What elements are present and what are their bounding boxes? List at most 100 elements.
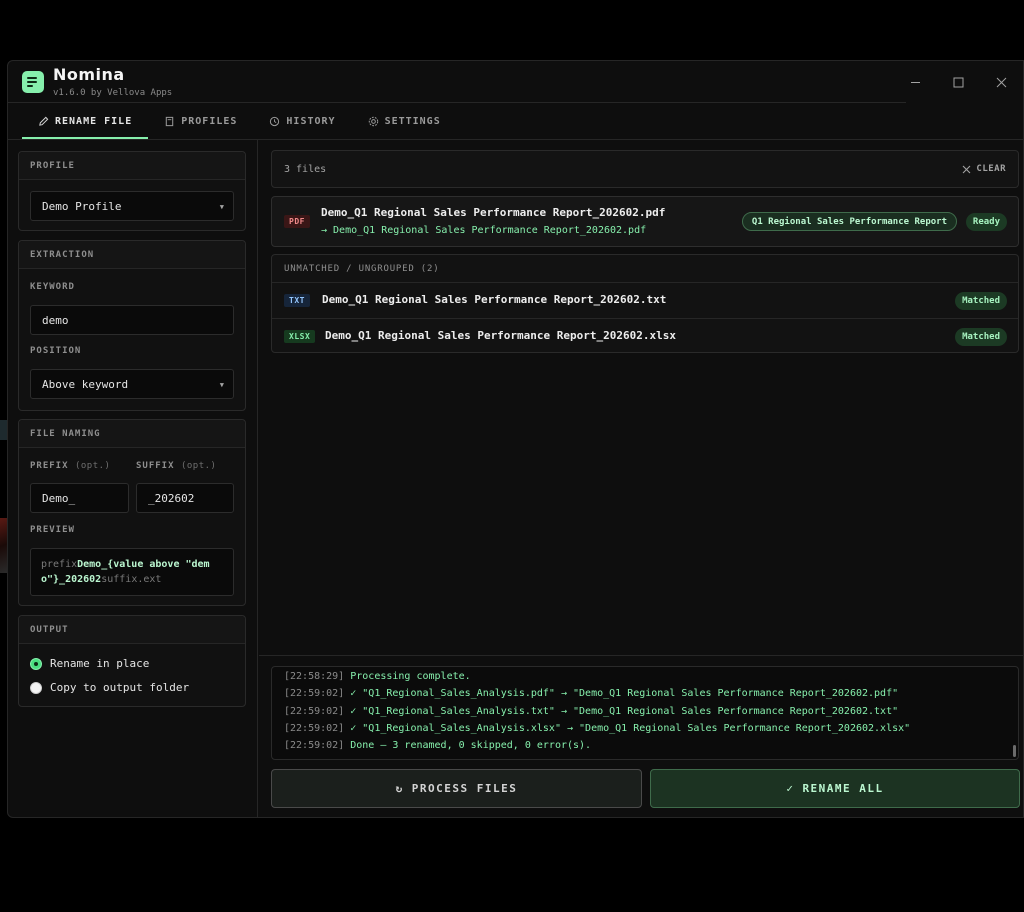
- log-timestamp: [22:59:02]: [284, 705, 345, 717]
- tab-rename-file[interactable]: RENAME FILE: [22, 103, 149, 139]
- close-button[interactable]: [980, 69, 1023, 95]
- output-option-label: Rename in place: [50, 657, 150, 670]
- file-row-primary[interactable]: PDF Demo_Q1 Regional Sales Performance R…: [271, 196, 1019, 247]
- suffix-label: SUFFIX (opt.): [136, 461, 216, 471]
- file-type-badge: PDF: [284, 215, 310, 228]
- suffix-optional-hint: (opt.): [180, 461, 217, 471]
- suffix-input[interactable]: _202602: [136, 483, 234, 513]
- filename-preview: prefixDemo_{value above "demo"}_202602su…: [30, 548, 234, 596]
- log-message: ✓ "Q1_Regional_Sales_Analysis.pdf" → "De…: [350, 688, 899, 700]
- log-message: Done — 3 renamed, 0 skipped, 0 error(s).: [350, 740, 592, 752]
- profile-select[interactable]: Demo Profile ▼: [30, 191, 234, 221]
- status-badge: Matched: [955, 292, 1007, 310]
- file-row[interactable]: TXT Demo_Q1 Regional Sales Performance R…: [272, 283, 1018, 318]
- suffix-label-text: SUFFIX: [136, 461, 175, 471]
- clear-button[interactable]: CLEAR: [962, 164, 1006, 174]
- document-icon: [166, 116, 174, 126]
- rename-all-button[interactable]: ✓ RENAME ALL: [650, 769, 1020, 808]
- group-pill: Q1 Regional Sales Performance Report: [741, 212, 957, 231]
- maximize-button[interactable]: [937, 69, 980, 95]
- app-title: Nomina: [53, 65, 125, 84]
- output-option-copy-to-folder[interactable]: Copy to output folder: [30, 681, 189, 694]
- prefix-label: PREFIX (opt.): [30, 461, 110, 471]
- ungrouped-files-group: UNMATCHED / UNGROUPED (2) TXT Demo_Q1 Re…: [271, 254, 1019, 353]
- app-version: v1.6.0 by Vellova Apps: [53, 88, 173, 98]
- history-icon: [270, 116, 280, 126]
- profile-card: PROFILE Demo Profile ▼: [18, 151, 246, 231]
- file-name: Demo_Q1 Regional Sales Performance Repor…: [322, 293, 667, 306]
- log-timestamp: [22:59:02]: [284, 740, 345, 752]
- status-badge: Matched: [955, 328, 1007, 346]
- log-line: [22:58:29] Processing complete.: [284, 668, 1006, 685]
- file-row[interactable]: XLSX Demo_Q1 Regional Sales Performance …: [272, 318, 1018, 353]
- keyword-value: demo: [42, 313, 69, 327]
- profile-select-value: Demo Profile: [42, 199, 122, 213]
- output-card: OUTPUT Rename in place Copy to output fo…: [18, 615, 246, 707]
- output-option-label: Copy to output folder: [50, 681, 190, 694]
- preview-suffix-tag: suffix: [101, 574, 138, 585]
- position-select[interactable]: Above keyword ▼: [30, 369, 234, 399]
- file-type-badge: XLSX: [284, 330, 316, 343]
- prefix-label-text: PREFIX: [30, 461, 69, 471]
- file-count: 3 files: [284, 163, 327, 175]
- main-tabs: RENAME FILE PROFILES HISTORY SETTINGS: [22, 103, 457, 139]
- tab-label: PROFILES: [181, 115, 238, 127]
- preview-label: PREVIEW: [30, 525, 75, 535]
- log-divider: [259, 655, 1023, 656]
- rename-all-label: RENAME ALL: [802, 782, 884, 795]
- background-desktop-strip: [0, 420, 7, 440]
- gear-icon: [368, 116, 378, 126]
- prefix-optional-hint: (opt.): [74, 461, 111, 471]
- tab-history[interactable]: HISTORY: [253, 103, 351, 139]
- minimize-icon: [911, 81, 920, 83]
- log-line: [22:59:02] ✓ "Q1_Regional_Sales_Analysis…: [284, 720, 1006, 737]
- file-type-badge: TXT: [284, 294, 310, 307]
- tab-settings[interactable]: SETTINGS: [352, 103, 457, 139]
- chevron-down-icon: ▼: [219, 381, 224, 389]
- log-timestamp: [22:58:29]: [284, 671, 345, 682]
- log-scrollbar[interactable]: [1013, 745, 1016, 757]
- keyword-input[interactable]: demo: [30, 305, 234, 335]
- log-message: ✓ "Q1_Regional_Sales_Analysis.txt" → "De…: [350, 705, 899, 717]
- extraction-header: EXTRACTION: [19, 241, 245, 269]
- profile-header: PROFILE: [19, 152, 245, 180]
- radio-button[interactable]: [30, 681, 42, 694]
- extraction-card: EXTRACTION KEYWORD demo POSITION Above k…: [18, 240, 246, 411]
- output-option-rename-in-place[interactable]: Rename in place: [30, 657, 149, 670]
- log-timestamp: [22:59:02]: [284, 688, 345, 700]
- close-icon: [996, 77, 1007, 87]
- position-select-value: Above keyword: [42, 377, 129, 391]
- log-message: Processing complete.: [350, 671, 471, 682]
- log-line: [22:59:02] ✓ "Q1_Regional_Sales_Analysis…: [284, 703, 1006, 720]
- app-window: Nomina v1.6.0 by Vellova Apps RENAME FIL…: [7, 60, 1024, 818]
- files-toolbar: 3 files CLEAR: [271, 150, 1019, 188]
- minimize-button[interactable]: [894, 69, 937, 95]
- clear-label: CLEAR: [976, 164, 1006, 174]
- preview-prefix-tag: prefix: [41, 559, 78, 570]
- radio-button[interactable]: [30, 657, 42, 670]
- refresh-icon: ↻: [395, 782, 404, 795]
- tab-label: RENAME FILE: [55, 115, 133, 127]
- process-files-button[interactable]: ↻ PROCESS FILES: [271, 769, 642, 808]
- file-naming-card: FILE NAMING PREFIX (opt.) SUFFIX (opt.) …: [18, 419, 246, 606]
- tab-profiles[interactable]: PROFILES: [148, 103, 253, 139]
- activity-log[interactable]: [22:58:29] Processing complete. [22:59:0…: [271, 666, 1019, 760]
- title-bar: Nomina v1.6.0 by Vellova Apps: [8, 61, 1023, 103]
- log-message: ✓ "Q1_Regional_Sales_Analysis.xlsx" → "D…: [350, 722, 911, 734]
- file-naming-header: FILE NAMING: [19, 420, 245, 448]
- window-controls: [894, 69, 1023, 95]
- prefix-input[interactable]: Demo_: [30, 483, 129, 513]
- check-icon: ✓: [786, 782, 795, 795]
- app-logo-icon: [22, 71, 44, 93]
- keyword-label: KEYWORD: [30, 282, 75, 292]
- log-line: [22:59:02] ✓ "Q1_Regional_Sales_Analysis…: [284, 685, 1006, 702]
- file-new-name: → Demo_Q1 Regional Sales Performance Rep…: [321, 225, 647, 236]
- file-name: Demo_Q1 Regional Sales Performance Repor…: [325, 329, 676, 342]
- chevron-down-icon: ▼: [219, 203, 224, 211]
- pencil-icon: [39, 116, 49, 126]
- tab-label: SETTINGS: [384, 115, 441, 127]
- log-line: [22:59:02] Done — 3 renamed, 0 skipped, …: [284, 737, 1006, 754]
- position-label: POSITION: [30, 346, 82, 356]
- output-header: OUTPUT: [19, 616, 245, 644]
- suffix-value: _202602: [148, 491, 195, 505]
